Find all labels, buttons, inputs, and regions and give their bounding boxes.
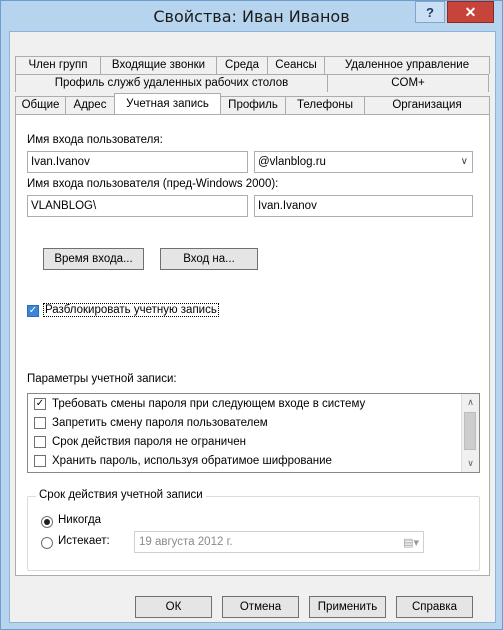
option-label: Запретить смену пароля пользователем bbox=[52, 417, 268, 429]
pre2000-domain-field: VLANBLOG\ bbox=[27, 195, 248, 217]
scroll-down-icon[interactable]: ∨ bbox=[462, 455, 479, 472]
tab-account[interactable]: Учетная запись bbox=[114, 93, 221, 114]
tab-general[interactable]: Общие bbox=[15, 96, 66, 114]
tab-sessions[interactable]: Сеансы bbox=[267, 56, 325, 74]
option-prevent-password-change[interactable]: Запретить смену пароля пользователем bbox=[34, 414, 268, 432]
dialog-client-area: Член групп Входящие звонки Среда Сеансы … bbox=[9, 31, 496, 623]
expires-radio[interactable] bbox=[41, 537, 53, 549]
ok-button[interactable]: ОК bbox=[135, 596, 212, 618]
option-checkbox-checked[interactable]: ✓ bbox=[34, 398, 46, 410]
logon-to-button[interactable]: Вход на... bbox=[160, 248, 258, 270]
title-bar: Свойства: Иван Иванов ? ✕ bbox=[1, 1, 502, 31]
pre2000-name-input[interactable]: Ivan.Ivanov bbox=[254, 195, 473, 217]
option-label: Срок действия пароля не ограничен bbox=[52, 436, 246, 448]
scrollbar-thumb[interactable] bbox=[464, 412, 476, 450]
tab-address[interactable]: Адрес bbox=[65, 96, 115, 114]
tab-dial-in[interactable]: Входящие звонки bbox=[100, 56, 217, 74]
account-expiry-title: Срок действия учетной записи bbox=[36, 489, 206, 501]
option-reversible-encryption[interactable]: Хранить пароль, используя обратимое шифр… bbox=[34, 452, 332, 470]
help-dialog-button[interactable]: Справка bbox=[396, 596, 473, 618]
option-label: Хранить пароль, используя обратимое шифр… bbox=[52, 455, 332, 467]
account-options-list[interactable]: ✓ Требовать смены пароля при следующем в… bbox=[27, 393, 480, 473]
option-password-never-expires[interactable]: Срок действия пароля не ограничен bbox=[34, 433, 246, 451]
never-label[interactable]: Никогда bbox=[58, 514, 101, 526]
tab-row-3: Общие Адрес Учетная запись Профиль Телеф… bbox=[15, 93, 490, 114]
option-checkbox[interactable] bbox=[34, 436, 46, 448]
tab-member-of[interactable]: Член групп bbox=[15, 56, 101, 74]
tab-organization[interactable]: Организация bbox=[364, 96, 490, 114]
unlock-account-label[interactable]: Разблокировать учетную запись bbox=[43, 303, 219, 317]
logon-name-label: Имя входа пользователя: bbox=[27, 134, 163, 146]
tab-remote-control[interactable]: Удаленное управление bbox=[324, 56, 490, 74]
close-button[interactable]: ✕ bbox=[447, 1, 494, 23]
chevron-down-icon: ∨ bbox=[460, 156, 468, 167]
calendar-icon[interactable]: ▤▾ bbox=[403, 533, 419, 553]
pre2000-logon-label: Имя входа пользователя (пред-Windows 200… bbox=[27, 178, 279, 190]
never-radio[interactable] bbox=[41, 516, 53, 528]
properties-window: Свойства: Иван Иванов ? ✕ Член групп Вхо… bbox=[0, 0, 503, 630]
expiry-date-picker[interactable]: 19 августа 2012 г. ▤▾ bbox=[134, 531, 424, 553]
option-checkbox[interactable] bbox=[34, 455, 46, 467]
unlock-account-label-wrap: Разблокировать учетную запись bbox=[43, 303, 219, 317]
tab-com-plus[interactable]: COM+ bbox=[327, 74, 489, 92]
tab-rds-profile[interactable]: Профиль служб удаленных рабочих столов bbox=[15, 74, 328, 92]
scroll-up-icon[interactable]: ∧ bbox=[462, 394, 479, 411]
option-label: Требовать смены пароля при следующем вхо… bbox=[52, 398, 366, 410]
tab-telephones[interactable]: Телефоны bbox=[285, 96, 365, 114]
account-tab-panel: Имя входа пользователя: Ivan.Ivanov @vla… bbox=[15, 114, 490, 576]
account-expiry-group: Срок действия учетной записи Никогда Ист… bbox=[27, 489, 480, 571]
options-scrollbar[interactable]: ∧ ∨ bbox=[461, 394, 479, 472]
account-options-label: Параметры учетной записи: bbox=[27, 373, 177, 385]
tab-row-1: Член групп Входящие звонки Среда Сеансы … bbox=[15, 56, 490, 74]
tab-environment[interactable]: Среда bbox=[216, 56, 268, 74]
cancel-button[interactable]: Отмена bbox=[222, 596, 299, 618]
tab-profile[interactable]: Профиль bbox=[220, 96, 286, 114]
logon-hours-button[interactable]: Время входа... bbox=[43, 248, 144, 270]
logon-name-input[interactable]: Ivan.Ivanov bbox=[27, 151, 248, 173]
unlock-account-checkbox[interactable]: ✓ bbox=[27, 305, 39, 317]
option-checkbox[interactable] bbox=[34, 417, 46, 429]
tab-row-2: Профиль служб удаленных рабочих столов C… bbox=[15, 74, 489, 92]
expiry-date-value: 19 августа 2012 г. bbox=[139, 536, 233, 548]
upn-suffix-value: @vlanblog.ru bbox=[258, 156, 326, 168]
upn-suffix-dropdown[interactable]: @vlanblog.ru ∨ bbox=[254, 151, 473, 173]
apply-button[interactable]: Применить bbox=[309, 596, 386, 618]
option-require-password-change[interactable]: ✓ Требовать смены пароля при следующем в… bbox=[34, 395, 365, 413]
help-button[interactable]: ? bbox=[415, 1, 445, 23]
expires-label[interactable]: Истекает: bbox=[58, 535, 110, 547]
